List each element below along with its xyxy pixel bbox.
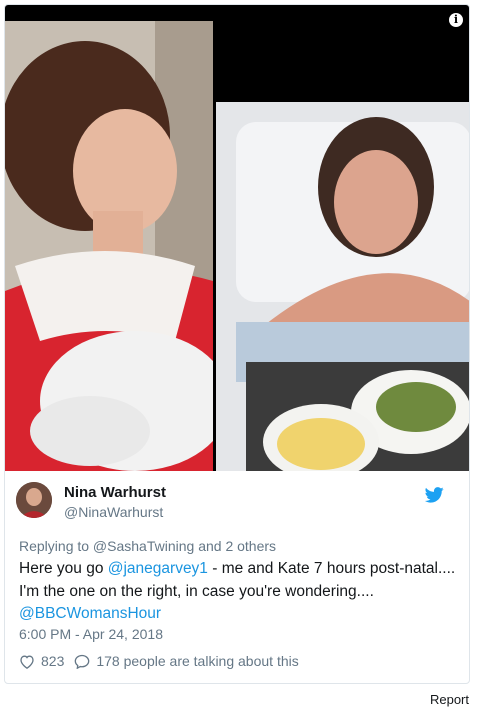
photo-right-illustration [216, 102, 469, 471]
tweet-text-pre: Here you go [19, 560, 108, 577]
photo-left [5, 21, 213, 471]
report-link[interactable]: Report [430, 692, 469, 707]
twitter-bird-icon[interactable] [424, 487, 444, 508]
photo-right [216, 102, 469, 471]
like-count[interactable]: 823 [41, 653, 64, 669]
author-handle[interactable]: @NinaWarhurst [64, 504, 163, 520]
photo-left-illustration [5, 21, 213, 471]
speech-bubble-icon[interactable] [74, 654, 90, 669]
avatar-image [16, 482, 52, 518]
replying-to[interactable]: Replying to @SashaTwining and 2 others [19, 538, 276, 554]
avatar[interactable] [16, 482, 52, 518]
tweet-text: Here you go @janegarvey1 - me and Kate 7… [19, 558, 459, 626]
tweet-stats: 823 178 people are talking about this [19, 653, 299, 669]
author-name[interactable]: Nina Warhurst [64, 484, 166, 501]
tweet-media[interactable]: i [5, 5, 469, 471]
heart-icon[interactable] [19, 654, 35, 669]
mention-link[interactable]: @BBCWomansHour [19, 605, 161, 622]
info-icon[interactable]: i [449, 13, 463, 27]
mention-link[interactable]: @janegarvey1 [108, 560, 208, 577]
tweet-timestamp[interactable]: 6:00 PM - Apr 24, 2018 [19, 626, 163, 642]
talking-count[interactable]: 178 people are talking about this [96, 653, 298, 669]
